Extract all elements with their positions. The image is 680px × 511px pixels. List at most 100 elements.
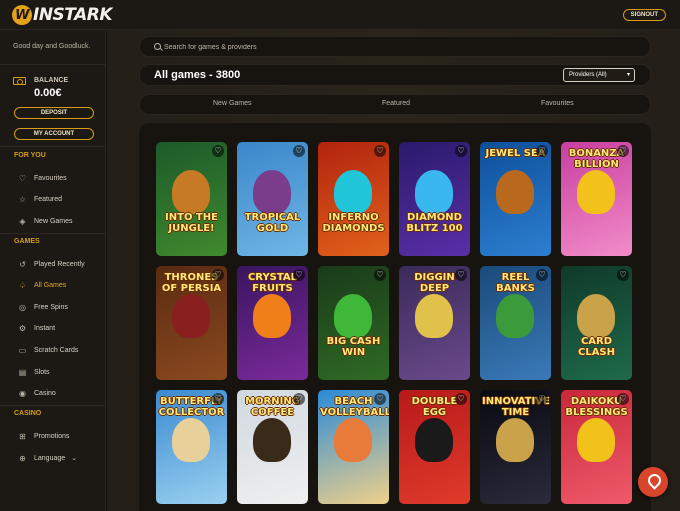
favourite-heart-icon[interactable]: ♡ xyxy=(536,393,548,405)
signout-button[interactable]: SIGNOUT xyxy=(622,9,666,21)
favourite-heart-icon[interactable]: ♡ xyxy=(617,145,629,157)
favourite-heart-icon[interactable]: ♡ xyxy=(212,393,224,405)
favourite-heart-icon[interactable]: ♡ xyxy=(455,269,467,281)
sidebar-item-new-games[interactable]: ◈ New Games xyxy=(18,215,73,227)
spade-icon: ♤ xyxy=(18,280,27,290)
divider xyxy=(0,146,106,147)
game-character-illustration xyxy=(172,418,210,462)
game-title: TROPICAL GOLD xyxy=(244,212,301,234)
game-character-illustration xyxy=(172,170,210,214)
game-tile[interactable]: CRYSTAL FRUITS ♡ xyxy=(237,266,308,380)
favourite-heart-icon[interactable]: ♡ xyxy=(374,269,386,281)
sidebar-item-label: Played Recently xyxy=(34,260,85,268)
sidebar-item-casino[interactable]: ◉ Casino xyxy=(18,387,56,399)
game-character-illustration xyxy=(496,294,534,338)
game-tile[interactable]: Morning Coffee ♡ xyxy=(237,390,308,504)
logo-badge: W xyxy=(12,5,32,25)
location-pin-button[interactable] xyxy=(638,467,668,497)
search-icon xyxy=(154,43,161,50)
sidebar-item-played-recently[interactable]: ↺ Played Recently xyxy=(18,258,85,270)
sidebar-item-label: Casino xyxy=(34,389,56,397)
providers-select[interactable]: Providers (All) ▾ xyxy=(563,68,635,82)
sidebar-item-label: Scratch Cards xyxy=(34,346,79,354)
game-character-illustration xyxy=(172,294,210,338)
my-account-button[interactable]: MY ACCOUNT xyxy=(14,128,94,140)
game-tile[interactable]: INNOVATIVE TIME ♡ xyxy=(480,390,551,504)
sidebar-item-free-spins[interactable]: ◎ Free Spins xyxy=(18,301,68,313)
game-tile[interactable]: BONANZA BILLION ♡ xyxy=(561,142,632,256)
sidebar-item-label: Featured xyxy=(34,195,63,203)
game-character-illustration xyxy=(334,418,372,462)
favourite-heart-icon[interactable]: ♡ xyxy=(212,269,224,281)
game-tile[interactable]: BIG CASH WIN ♡ xyxy=(318,266,389,380)
slots-icon: ▤ xyxy=(18,367,27,377)
game-tile[interactable]: DIGGIN DEEP ♡ xyxy=(399,266,470,380)
favourite-heart-icon[interactable]: ♡ xyxy=(293,269,305,281)
sidebar-item-featured[interactable]: ☆ Featured xyxy=(18,193,62,205)
search-input[interactable] xyxy=(164,40,634,54)
tab-favourites[interactable]: Favourites xyxy=(541,100,574,107)
game-character-illustration xyxy=(577,418,615,462)
divider xyxy=(0,233,106,234)
sidebar-item-language[interactable]: ⊕ Language ⌄ xyxy=(18,452,77,464)
sidebar-item-all-games[interactable]: ♤ All Games xyxy=(18,279,66,291)
sidebar-item-favourites[interactable]: ♡ Favourites xyxy=(18,172,67,184)
favourite-heart-icon[interactable]: ♡ xyxy=(374,393,386,405)
tag-icon: ◈ xyxy=(19,216,26,226)
page-title: All games - 3800 xyxy=(154,69,241,81)
favourite-heart-icon[interactable]: ♡ xyxy=(374,145,386,157)
sidebar-item-label: Language xyxy=(34,454,66,462)
favourite-heart-icon[interactable]: ♡ xyxy=(293,393,305,405)
game-tile[interactable]: DAIKOKU BLESSINGS ♡ xyxy=(561,390,632,504)
heart-icon: ♡ xyxy=(18,173,27,183)
favourite-heart-icon[interactable]: ♡ xyxy=(455,145,467,157)
game-character-illustration xyxy=(577,170,615,214)
sidebar-item-scratch-cards[interactable]: ▭ Scratch Cards xyxy=(18,344,79,356)
favourite-heart-icon[interactable]: ♡ xyxy=(617,269,629,281)
gift-icon: ⊞ xyxy=(19,431,26,441)
game-character-illustration xyxy=(334,294,372,338)
game-tile[interactable]: Butterfly Collector ♡ xyxy=(156,390,227,504)
logo-text: INSTARK xyxy=(33,5,113,25)
game-tile[interactable]: CARD CLASH ♡ xyxy=(561,266,632,380)
sidebar-item-instant[interactable]: ⚙ Instant xyxy=(18,322,55,334)
providers-select-value: Providers (All) xyxy=(569,72,607,78)
game-tile[interactable]: INTO THE JUNGLE! ♡ xyxy=(156,142,227,256)
favourite-heart-icon[interactable]: ♡ xyxy=(455,393,467,405)
game-tile[interactable]: BEACH VOLLEYBALL ♡ xyxy=(318,390,389,504)
section-title-casino: CASINO xyxy=(14,410,42,417)
game-character-illustration xyxy=(415,170,453,214)
sidebar-item-slots[interactable]: ▤ Slots xyxy=(18,366,50,378)
sidebar: Good day and Goodluck. BALANCE 0.00€ DEP… xyxy=(0,30,106,511)
top-bar: W INSTARK SIGNOUT xyxy=(0,0,680,30)
divider xyxy=(0,64,106,65)
game-tile[interactable]: DOUBLE EGG ♡ xyxy=(399,390,470,504)
game-tile[interactable]: INFERNO Diamonds ♡ xyxy=(318,142,389,256)
tab-featured[interactable]: Featured xyxy=(382,100,410,107)
deposit-button[interactable]: DEPOSIT xyxy=(14,107,94,119)
favourite-heart-icon[interactable]: ♡ xyxy=(536,145,548,157)
favourite-heart-icon[interactable]: ♡ xyxy=(212,145,224,157)
scratch-card-icon: ▭ xyxy=(18,345,27,355)
favourite-heart-icon[interactable]: ♡ xyxy=(536,269,548,281)
game-tile[interactable]: DIAMOND BLITZ 100 ♡ xyxy=(399,142,470,256)
favourite-heart-icon[interactable]: ♡ xyxy=(617,393,629,405)
game-character-illustration xyxy=(253,294,291,338)
section-title-games: GAMES xyxy=(14,238,40,245)
game-character-illustration xyxy=(415,294,453,338)
favourite-heart-icon[interactable]: ♡ xyxy=(293,145,305,157)
game-tile[interactable]: REEL BANKS ♡ xyxy=(480,266,551,380)
game-tile[interactable]: JEWEL SEA ♡ xyxy=(480,142,551,256)
sidebar-item-promotions[interactable]: ⊞ Promotions xyxy=(18,430,69,442)
game-tile[interactable]: Thrones of Persia ♡ xyxy=(156,266,227,380)
winstark-logo[interactable]: W INSTARK xyxy=(12,5,113,25)
game-character-illustration xyxy=(253,418,291,462)
greeting-text: Good day and Goodluck. xyxy=(13,43,91,50)
balance-label: BALANCE xyxy=(34,77,69,84)
tab-new-games[interactable]: New Games xyxy=(213,100,252,107)
game-tile[interactable]: TROPICAL GOLD ♡ xyxy=(237,142,308,256)
game-title: CARD CLASH xyxy=(577,336,616,358)
sidebar-item-label: New Games xyxy=(34,217,73,225)
star-icon: ☆ xyxy=(18,194,27,204)
sidebar-item-label: All Games xyxy=(34,281,67,289)
